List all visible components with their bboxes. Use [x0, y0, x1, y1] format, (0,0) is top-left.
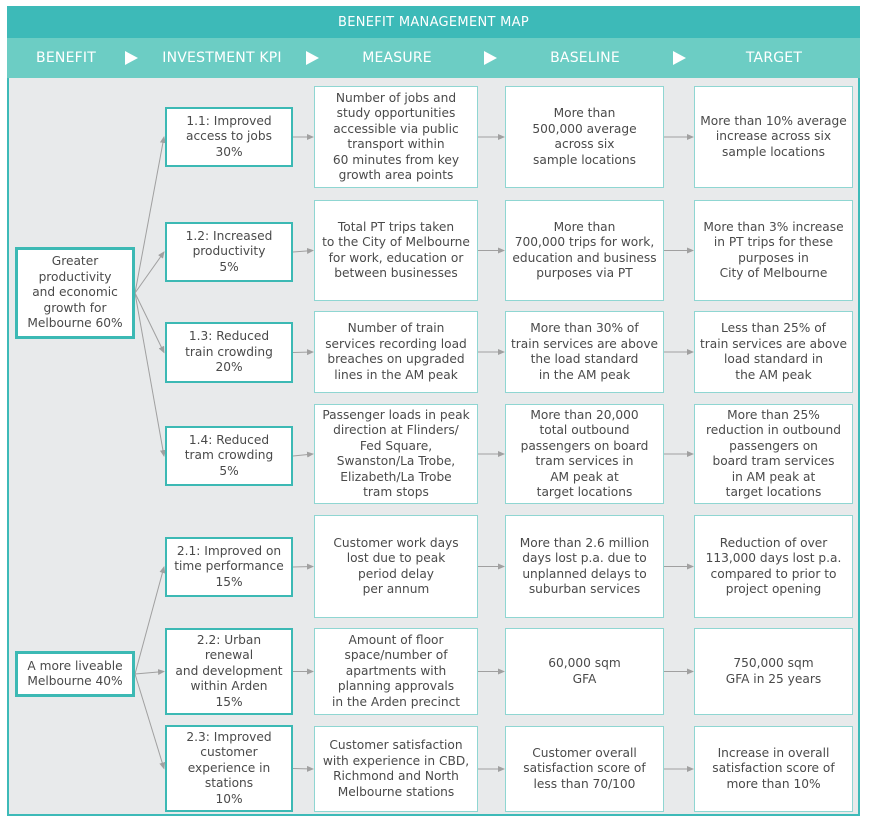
measure-box: Customer satisfaction with experience in…: [314, 726, 478, 812]
measure-box: Number of jobs and study opportunities a…: [314, 86, 478, 188]
arrow-right-icon: [134, 669, 165, 676]
measure-box: Amount of floor space/number of apartmen…: [314, 628, 478, 715]
target-box: More than 3% increase in PT trips for th…: [694, 200, 853, 301]
measure-box: Passenger loads in peak direction at Fli…: [314, 404, 478, 504]
baseline-box: More than 700,000 trips for work, educat…: [505, 200, 664, 301]
arrow-right-icon: [292, 349, 314, 356]
target-box: Increase in overall satisfaction score o…: [694, 726, 853, 812]
baseline-box: More than 500,000 average across six sam…: [505, 86, 664, 188]
arrow-right-icon: [134, 292, 165, 354]
kpi-box: 1.1: Improved access to jobs 30%: [165, 107, 293, 167]
arrow-right-icon: [292, 451, 314, 458]
benefit-box-productivity: Greater productivity and economic growth…: [15, 247, 135, 339]
measure-box: Number of train services recording load …: [314, 311, 478, 393]
kpi-box: 1.3: Reduced train crowding 20%: [165, 322, 293, 383]
baseline-box: More than 2.6 million days lost p.a. due…: [505, 515, 664, 618]
baseline-box: 60,000 sqm GFA: [505, 628, 664, 715]
arrow-right-icon: [134, 673, 166, 770]
kpi-box: 2.2: Urban renewal and development withi…: [165, 628, 293, 715]
kpi-box: 1.2: Increased productivity 5%: [165, 222, 293, 282]
target-box: More than 25% reduction in outbound pass…: [694, 404, 853, 504]
arrow-right-icon: [292, 563, 314, 570]
baseline-box: Customer overall satisfaction score of l…: [505, 726, 664, 812]
arrow-right-icon: [134, 136, 166, 294]
target-box: 750,000 sqm GFA in 25 years: [694, 628, 853, 715]
measure-box: Customer work days lost due to peak peri…: [314, 515, 478, 618]
target-box: Less than 25% of train services are abov…: [694, 311, 853, 393]
kpi-box: 2.1: Improved on time performance 15%: [165, 537, 293, 597]
baseline-box: More than 20,000 total outbound passenge…: [505, 404, 664, 504]
benefit-box-liveable: A more liveable Melbourne 40%: [15, 651, 135, 697]
kpi-box: 2.3: Improved customer experience in sta…: [165, 725, 293, 812]
arrow-right-icon: [134, 292, 166, 457]
arrow-right-icon: [134, 566, 166, 675]
target-box: More than 10% average increase across si…: [694, 86, 853, 188]
arrow-right-icon: [292, 765, 314, 772]
kpi-box: 1.4: Reduced tram crowding 5%: [165, 426, 293, 486]
target-box: Reduction of over 113,000 days lost p.a.…: [694, 515, 853, 618]
arrow-right-icon: [292, 247, 314, 254]
arrow-right-icon: [134, 251, 165, 294]
measure-box: Total PT trips taken to the City of Melb…: [314, 200, 478, 301]
baseline-box: More than 30% of train services are abov…: [505, 311, 664, 393]
